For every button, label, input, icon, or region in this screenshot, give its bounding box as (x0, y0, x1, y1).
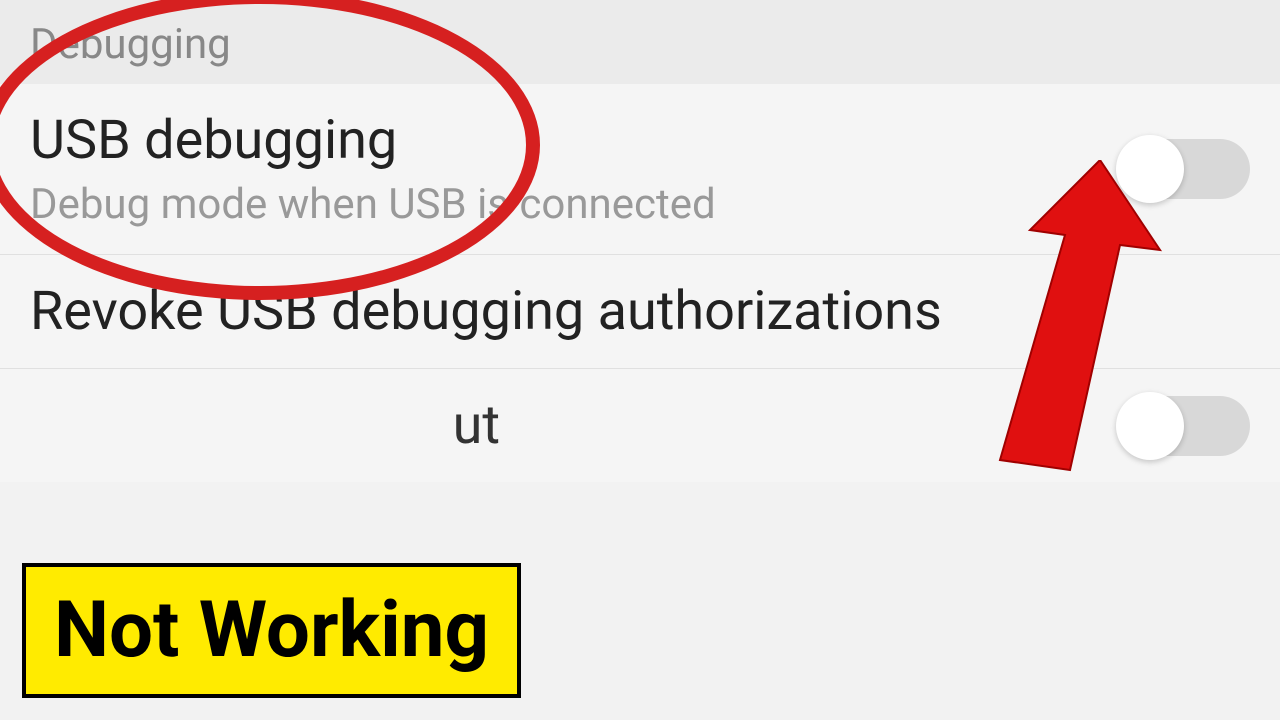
usb-debugging-toggle[interactable] (1120, 139, 1250, 199)
toggle-knob (1116, 392, 1184, 460)
toggle-knob (1116, 135, 1184, 203)
partial-setting-text: ut (453, 394, 500, 457)
setting-subtitle: Debug mode when USB is connected (30, 180, 1120, 229)
not-working-label: Not Working (22, 563, 521, 698)
setting-title: Revoke USB debugging authorizations (30, 280, 1250, 343)
setting-text-block: Revoke USB debugging authorizations (30, 280, 1250, 343)
setting-title: USB debugging (30, 109, 1120, 172)
setting-revoke-authorizations[interactable]: Revoke USB debugging authorizations (0, 255, 1280, 369)
section-header-text: Debugging (30, 20, 1250, 69)
section-header: Debugging (0, 0, 1280, 84)
setting-partial-row[interactable]: ut (0, 369, 1280, 482)
partial-toggle[interactable] (1120, 396, 1250, 456)
not-working-text: Not Working (54, 585, 489, 676)
setting-text-block: USB debugging Debug mode when USB is con… (30, 109, 1120, 229)
setting-usb-debugging[interactable]: USB debugging Debug mode when USB is con… (0, 84, 1280, 255)
